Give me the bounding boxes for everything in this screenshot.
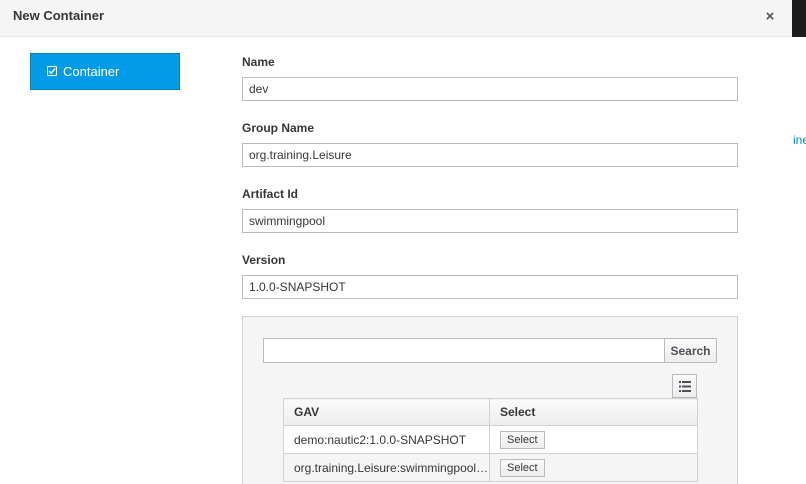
- group-name-field[interactable]: [242, 143, 738, 167]
- select-cell: Select: [489, 425, 698, 454]
- list-view-button[interactable]: [672, 374, 697, 398]
- gav-column-header[interactable]: GAV: [283, 398, 490, 426]
- artifact-id-label: Artifact Id: [242, 187, 299, 201]
- page-backdrop: ine: [792, 0, 806, 484]
- gav-results-table: GAV Select demo:nautic2:1.0.0-SNAPSHOT S…: [283, 398, 698, 482]
- version-field[interactable]: [242, 275, 738, 299]
- table-row: demo:nautic2:1.0.0-SNAPSHOT Select: [283, 425, 698, 454]
- check-square-icon: [47, 66, 57, 76]
- version-label: Version: [242, 253, 286, 267]
- new-container-modal: New Container × Container Name Group Nam…: [0, 0, 792, 484]
- backdrop-navbar: [792, 0, 806, 37]
- modal-title: New Container: [13, 8, 105, 23]
- modal-header: New Container: [0, 0, 792, 37]
- search-button[interactable]: Search: [664, 338, 717, 363]
- name-label: Name: [242, 55, 275, 69]
- list-view-icon: [679, 381, 691, 392]
- select-button[interactable]: Select: [500, 430, 545, 449]
- artifact-id-field[interactable]: [242, 209, 738, 233]
- search-input[interactable]: [263, 338, 665, 363]
- name-field[interactable]: [242, 77, 738, 101]
- table-row: org.training.Leisure:swimmingpool:1.0.0-…: [283, 453, 698, 482]
- gav-cell: demo:nautic2:1.0.0-SNAPSHOT: [283, 425, 490, 454]
- gav-cell: org.training.Leisure:swimmingpool:1.0.0-…: [283, 453, 490, 482]
- select-column-header[interactable]: Select: [489, 398, 698, 426]
- close-icon[interactable]: ×: [762, 7, 778, 27]
- table-header-row: GAV Select: [283, 398, 698, 426]
- wizard-step-container[interactable]: Container: [30, 53, 180, 90]
- select-button[interactable]: Select: [500, 458, 545, 477]
- select-cell: Select: [489, 453, 698, 482]
- backdrop-link-fragment[interactable]: ine: [793, 133, 806, 147]
- wizard-step-label: Container: [63, 64, 120, 79]
- group-name-label: Group Name: [242, 121, 315, 135]
